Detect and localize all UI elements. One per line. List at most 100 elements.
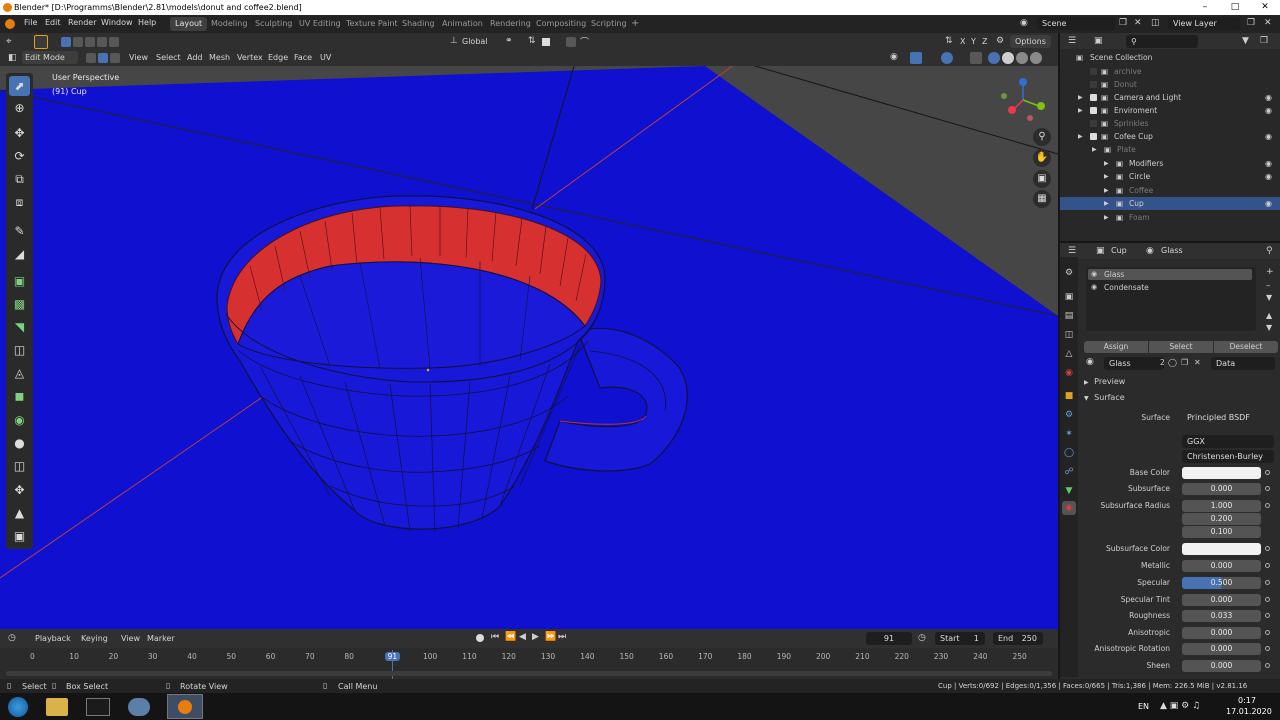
keyframe-dot-icon[interactable] bbox=[1265, 663, 1270, 668]
keyframe-dot-icon[interactable] bbox=[1265, 613, 1270, 618]
property-value-field[interactable]: 0.500 bbox=[1182, 577, 1261, 589]
inset-tool-icon[interactable]: ▩ bbox=[9, 294, 30, 314]
select-mode-extend-icon[interactable] bbox=[73, 37, 83, 47]
outliner-root[interactable]: ▣ Scene Collection bbox=[1060, 51, 1280, 64]
shading-material-icon[interactable] bbox=[1016, 52, 1028, 64]
prev-keyframe-icon[interactable]: ⏪ bbox=[505, 632, 516, 642]
wrench-icon[interactable]: ⚙ bbox=[996, 36, 1004, 46]
object-tab-icon[interactable]: ■ bbox=[1062, 389, 1076, 403]
timeline-editor-icon[interactable]: ◷ bbox=[8, 633, 16, 643]
3d-viewport[interactable]: User Perspective (91) Cup ⚲ ✋ ▣ ▦ bbox=[0, 66, 1058, 629]
pivot-icon[interactable]: ⚭ bbox=[505, 36, 513, 46]
scene-tab-icon[interactable]: △ bbox=[1062, 347, 1076, 361]
material-tab-icon[interactable]: ◉ bbox=[1062, 501, 1076, 515]
outliner-editor-icon[interactable]: ☰ bbox=[1068, 36, 1076, 46]
orientation-icon[interactable]: ⊥ bbox=[450, 36, 458, 46]
cursor-tool-icon[interactable]: ⊕ bbox=[9, 98, 30, 118]
rotate-tool-icon[interactable]: ⟳ bbox=[9, 146, 30, 166]
world-tab-icon[interactable]: ◉ bbox=[1062, 366, 1076, 380]
outliner-item[interactable]: ▶ ▣ Cofee Cup ◉ bbox=[1060, 130, 1280, 143]
pan-hand-icon[interactable]: ✋ bbox=[1033, 149, 1051, 167]
edge-slide-tool-icon[interactable]: ◫ bbox=[9, 456, 30, 476]
orientation-dropdown[interactable]: Global bbox=[462, 35, 488, 48]
mirror-axis-y[interactable]: Y bbox=[971, 35, 976, 48]
property-value-field[interactable]: 0.200 bbox=[1182, 513, 1261, 525]
overlay-icon[interactable] bbox=[941, 52, 953, 64]
tab-rendering[interactable]: Rendering bbox=[485, 17, 536, 31]
jump-end-icon[interactable]: ⏭ bbox=[558, 632, 566, 642]
menu-view[interactable]: View bbox=[129, 51, 148, 64]
exclude-checkbox[interactable] bbox=[1090, 68, 1097, 75]
view-layer-tab-icon[interactable]: ◫ bbox=[1062, 328, 1076, 342]
move-tool-icon[interactable]: ✥ bbox=[9, 123, 30, 143]
zoom-icon[interactable]: ⚲ bbox=[1033, 128, 1051, 146]
duplicate-material-icon[interactable]: ❐ bbox=[1181, 358, 1188, 367]
mirror-axis-z[interactable]: Z bbox=[982, 35, 987, 48]
material-slot-list[interactable]: ◉ Glass ◉ Condensate bbox=[1086, 267, 1256, 331]
select-tool-icon[interactable]: ⬈ bbox=[9, 76, 30, 96]
outliner-item[interactable]: ▣ archive bbox=[1060, 65, 1280, 78]
scene-close-icon[interactable]: ✕ bbox=[1134, 18, 1142, 28]
tab-scripting[interactable]: Scripting bbox=[586, 17, 632, 31]
minimize-icon[interactable]: – bbox=[1190, 0, 1220, 15]
outliner-item[interactable]: ▶ ▣ Camera and Light ◉ bbox=[1060, 91, 1280, 104]
menu-window[interactable]: Window bbox=[101, 18, 133, 27]
keyframe-dot-icon[interactable] bbox=[1265, 563, 1270, 568]
property-value-field[interactable]: 0.000 bbox=[1182, 594, 1261, 606]
record-icon[interactable] bbox=[476, 634, 484, 642]
exclude-checkbox[interactable] bbox=[1090, 94, 1097, 101]
exclude-checkbox[interactable] bbox=[1090, 133, 1097, 140]
keyframe-dot-icon[interactable] bbox=[1265, 597, 1270, 602]
shading-rendered-icon[interactable] bbox=[1030, 52, 1042, 64]
color-swatch[interactable] bbox=[1182, 543, 1261, 555]
select-mode-intersect-icon[interactable] bbox=[109, 37, 119, 47]
exclude-checkbox[interactable] bbox=[1090, 81, 1097, 88]
menu-edge[interactable]: Edge bbox=[268, 51, 288, 64]
spin-tool-icon[interactable]: ◉ bbox=[9, 410, 30, 430]
snap-icon[interactable]: ⇅ bbox=[528, 36, 536, 46]
scene-icon[interactable]: ◉ bbox=[1020, 18, 1028, 28]
close-icon[interactable]: ✕ bbox=[1250, 0, 1280, 15]
keyframe-dot-icon[interactable] bbox=[1265, 646, 1270, 651]
property-value-field[interactable]: 0.000 bbox=[1182, 660, 1261, 672]
particles-tab-icon[interactable]: ✶ bbox=[1062, 427, 1076, 441]
play-reverse-icon[interactable]: ◀ bbox=[519, 632, 526, 642]
panel-surface[interactable]: ▼ Surface bbox=[1084, 393, 1274, 405]
property-value-field[interactable]: 1.000 bbox=[1182, 500, 1261, 512]
extrude-tool-icon[interactable]: ▣ bbox=[9, 271, 30, 291]
view-layer-field[interactable]: View Layer bbox=[1168, 17, 1240, 30]
material-users-count[interactable]: 2 bbox=[1160, 358, 1165, 367]
tool-tab-icon[interactable]: ⚙ bbox=[1062, 266, 1076, 280]
slot-condensate[interactable]: ◉ Condensate bbox=[1088, 282, 1252, 293]
language-indicator[interactable]: EN bbox=[1138, 700, 1149, 713]
filter-icon[interactable]: ▼ bbox=[1242, 36, 1249, 46]
visibility-eye-icon[interactable]: ◉ bbox=[1265, 170, 1272, 183]
expand-arrow-icon[interactable]: ▶ bbox=[1104, 211, 1109, 224]
keyframe-dot-icon[interactable] bbox=[1265, 546, 1270, 551]
remove-slot-icon[interactable]: – bbox=[1266, 281, 1271, 291]
smooth-tool-icon[interactable]: ● bbox=[9, 433, 30, 453]
outliner-item[interactable]: ▶ ▣ Circle ◉ bbox=[1060, 170, 1280, 183]
grid-view-icon[interactable]: ▦ bbox=[1033, 190, 1051, 208]
pin-icon[interactable]: ⚲ bbox=[1266, 246, 1273, 256]
gizmo-icon[interactable] bbox=[910, 52, 922, 64]
poly-build-tool-icon[interactable]: ◼ bbox=[9, 386, 30, 406]
transform-tool-icon[interactable]: ⧈ bbox=[9, 192, 30, 212]
mirror-icon[interactable]: ⇅ bbox=[945, 36, 953, 46]
scene-field[interactable]: Scene bbox=[1037, 17, 1115, 30]
outliner-item[interactable]: ▶ ▣ Coffee bbox=[1060, 184, 1280, 197]
property-value-field[interactable]: 0.000 bbox=[1182, 560, 1261, 572]
current-frame-field[interactable]: 91 bbox=[866, 632, 912, 645]
select-mode-new-icon[interactable] bbox=[61, 37, 71, 47]
select-box-tool-icon[interactable] bbox=[34, 35, 48, 49]
keyframe-dot-icon[interactable] bbox=[1265, 630, 1270, 635]
tab-layout[interactable]: Layout bbox=[170, 17, 208, 31]
clock-icon[interactable]: ◷ bbox=[918, 633, 926, 643]
menu-help[interactable]: Help bbox=[138, 18, 156, 27]
loop-cut-tool-icon[interactable]: ◫ bbox=[9, 340, 30, 360]
menu-vertex[interactable]: Vertex bbox=[237, 51, 263, 64]
modifier-tab-icon[interactable]: ⚙ bbox=[1062, 408, 1076, 422]
tab-sculpting[interactable]: Sculpting bbox=[250, 17, 297, 31]
render-tab-icon[interactable]: ▣ bbox=[1062, 290, 1076, 304]
outliner-item[interactable]: ▣ Donut bbox=[1060, 78, 1280, 91]
